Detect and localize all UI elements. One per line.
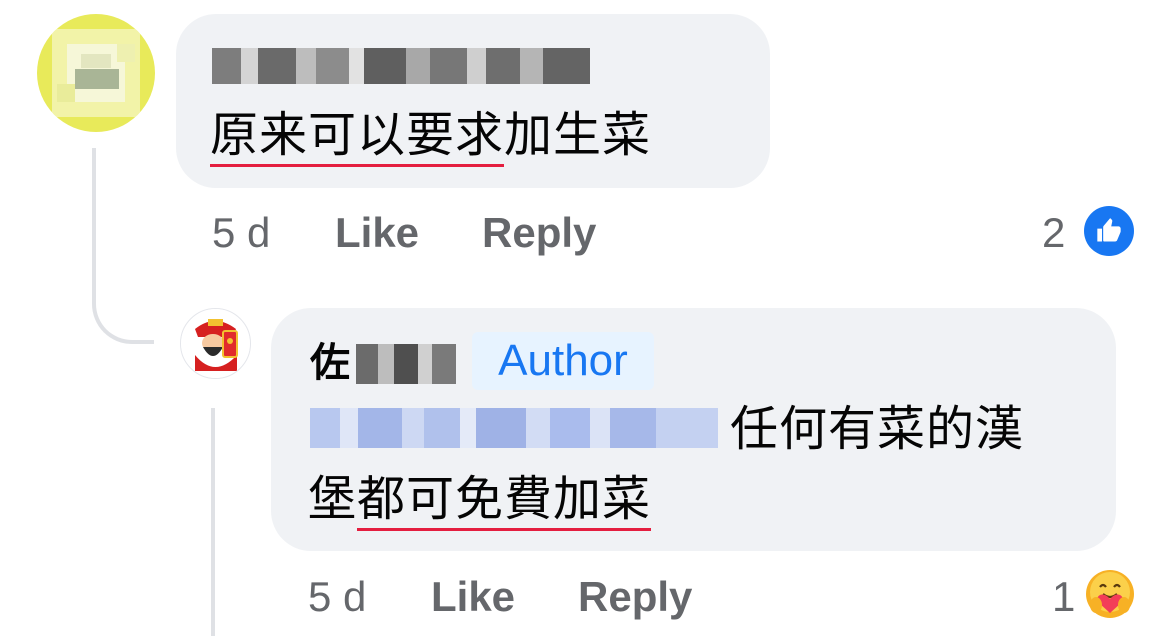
reply-reaction-count[interactable]: 1	[1052, 572, 1075, 622]
commenter-avatar[interactable]	[37, 14, 155, 132]
like-button[interactable]: Like	[335, 208, 419, 258]
reaction-count[interactable]: 2	[1042, 208, 1065, 258]
reply-reply-button[interactable]: Reply	[578, 572, 692, 622]
redacted-commenter-name	[212, 48, 590, 84]
reply-text-line1: 任何有菜的漢	[730, 403, 1025, 456]
reply-timestamp[interactable]: 5 d	[308, 572, 366, 622]
thumbs-up-icon	[1097, 218, 1121, 242]
fortune-god-avatar-image	[181, 309, 250, 378]
thread-connector-line	[92, 148, 154, 344]
reply-text-line2: 堡都可免費加菜	[308, 470, 652, 531]
comment-text: 原来可以要求加生菜	[210, 106, 652, 167]
author-badge: Author	[472, 332, 654, 390]
care-emoji-icon	[1086, 570, 1134, 618]
comment-timestamp[interactable]: 5 d	[212, 208, 270, 258]
reply-text-line2-plain: 堡	[308, 473, 358, 526]
reply-like-button[interactable]: Like	[431, 572, 515, 622]
spellcheck-underlined-text: 都可免費加菜	[357, 473, 652, 531]
spellcheck-underlined-text: 原来可以要求	[210, 109, 505, 167]
redacted-mentioned-name[interactable]	[310, 408, 718, 448]
redacted-author-name	[356, 344, 456, 384]
care-icon[interactable]	[1085, 569, 1135, 619]
author-name-first-char[interactable]: 佐	[310, 338, 350, 388]
reply-button[interactable]: Reply	[482, 208, 596, 258]
like-icon[interactable]	[1084, 206, 1134, 256]
reply-thread-line	[211, 408, 215, 636]
comment-text-rest: 加生菜	[504, 109, 652, 162]
pixelated-avatar-image	[37, 14, 155, 132]
author-avatar[interactable]	[180, 308, 251, 379]
